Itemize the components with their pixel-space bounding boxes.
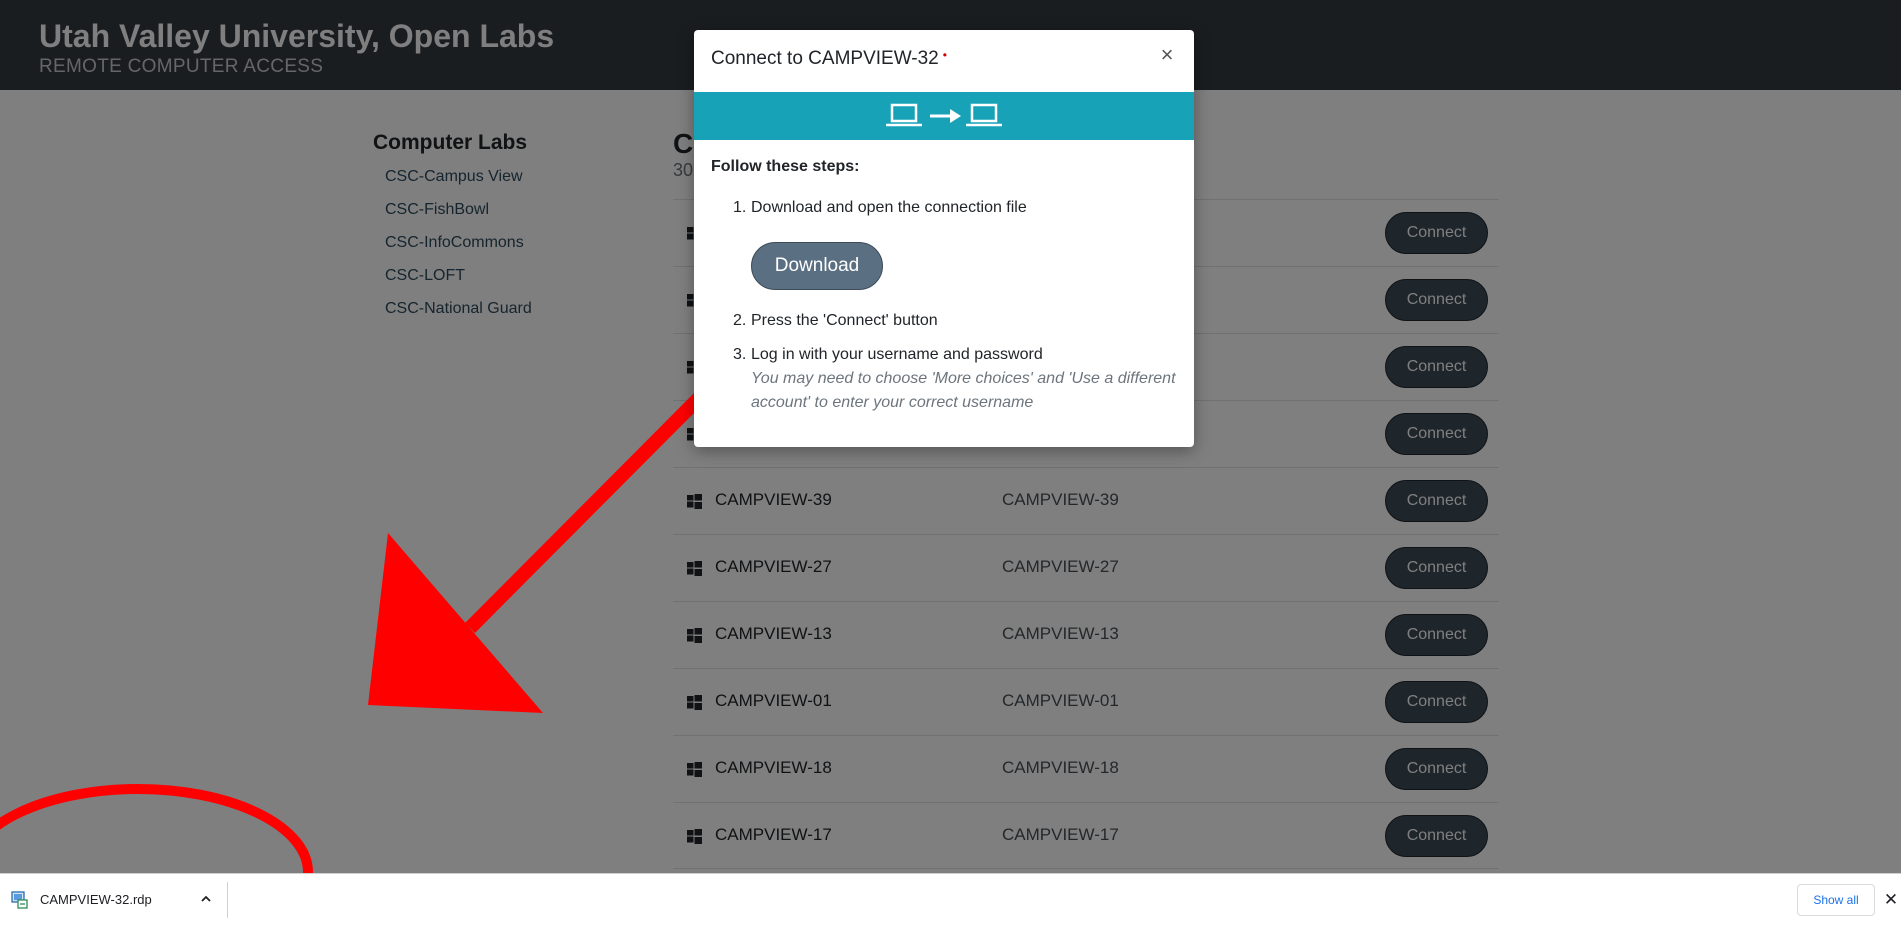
modal-close-button[interactable]: × [1156,44,1178,66]
step-3-hint: You may need to choose 'More choices' an… [751,370,1176,411]
step-number: 3. [733,346,747,363]
modal-title-text: Connect to CAMPVIEW-32 [711,48,939,69]
close-shelf-button[interactable]: ✕ [1881,889,1901,911]
rdp-file-icon [11,891,28,909]
pc-to-pc-icon [886,103,1002,127]
file-options-button[interactable] [196,889,216,909]
connect-modal: Connect to CAMPVIEW-32 • × Follow these s… [694,30,1194,447]
step-text: Press the 'Connect' button [751,312,938,329]
step-number: 1. [733,199,747,216]
shelf-divider [227,882,228,918]
step-text: Log in with your username and password [751,346,1043,363]
download-button[interactable]: Download [751,242,883,290]
chevron-up-icon [201,895,211,902]
required-mark: • [942,48,947,62]
modal-banner [694,92,1194,140]
downloaded-file-name[interactable]: CAMPVIEW-32.rdp [40,892,152,907]
step-number: 2. [733,312,747,329]
step-text: Download and open the connection file [751,199,1027,216]
modal-title: Connect to CAMPVIEW-32 • [711,48,947,70]
show-all-button[interactable]: Show all [1797,884,1875,916]
steps-heading: Follow these steps: [711,158,860,175]
download-shelf: CAMPVIEW-32.rdp Show all ✕ [0,873,1901,925]
